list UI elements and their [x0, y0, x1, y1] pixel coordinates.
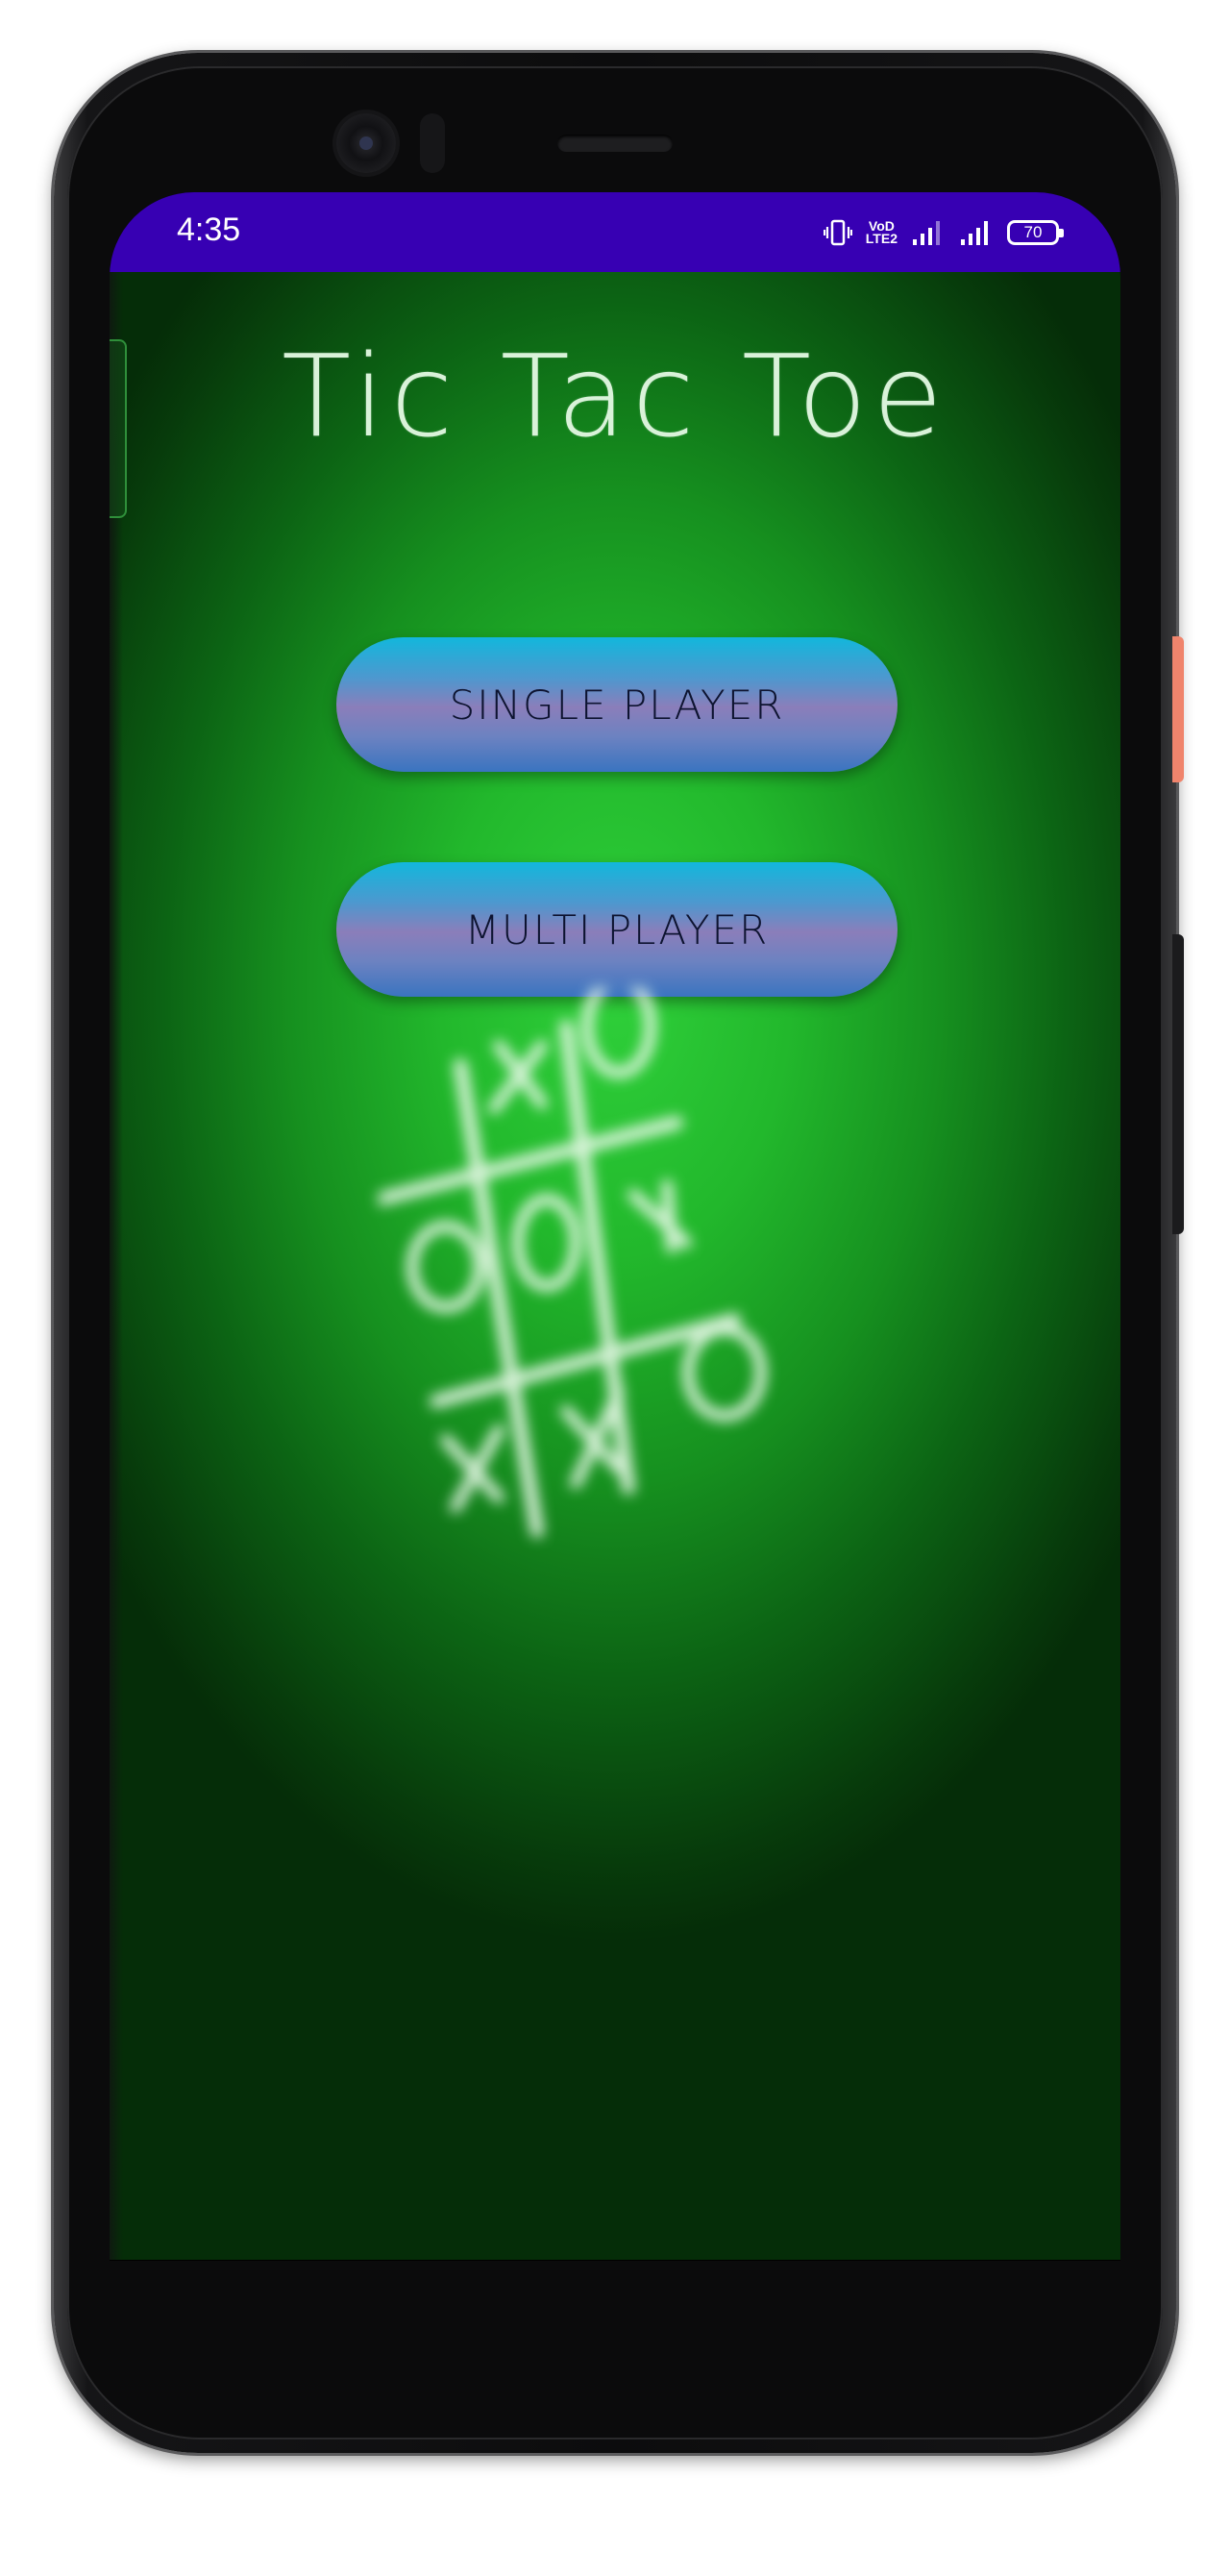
status-bar: 4:35 VoD LTE2 70 — [110, 192, 1120, 272]
board-mark-x — [440, 1424, 504, 1513]
board-mark-o — [682, 1324, 767, 1422]
screen-edge-shadow — [110, 272, 123, 2260]
game-home-screen: Tic Tac Toe SINGLE PLAYER MULTI PLAYER — [110, 272, 1120, 2260]
battery-icon: 70 — [1007, 220, 1064, 245]
status-icons: VoD LTE2 70 — [823, 213, 1064, 252]
vibrate-icon — [823, 219, 852, 246]
board-mark-x — [560, 1386, 625, 1489]
signal-icon — [913, 221, 940, 245]
single-player-button[interactable]: SINGLE PLAYER — [336, 637, 898, 772]
navigation-bar — [110, 2260, 1120, 2261]
app-title: Tic Tac Toe — [282, 330, 948, 462]
front-camera — [336, 113, 396, 173]
multi-player-button[interactable]: MULTI PLAYER — [336, 862, 898, 997]
tic-tac-toe-board-illustration — [379, 988, 767, 1538]
board-mark-x — [488, 1040, 548, 1114]
phone-screen: 4:35 VoD LTE2 70 Tic Tac Toe SINGLE PLAY… — [110, 192, 1120, 2261]
volte-icon: VoD LTE2 — [865, 219, 898, 246]
volume-button — [1172, 934, 1184, 1234]
single-player-label: SINGLE PLAYER — [449, 681, 785, 729]
board-mark-o — [581, 988, 656, 1078]
earpiece-speaker — [557, 135, 673, 152]
battery-level: 70 — [1023, 223, 1043, 241]
board-grid-line — [379, 1116, 683, 1206]
lte-label: LTE2 — [865, 231, 898, 246]
board-mark-o — [406, 1221, 485, 1313]
board-mark-o — [512, 1194, 581, 1292]
board-mark-x — [627, 1179, 692, 1253]
multi-player-label: MULTI PLAYER — [464, 905, 770, 954]
proximity-sensor — [420, 113, 445, 173]
signal-icon — [961, 221, 988, 245]
status-time: 4:35 — [177, 211, 241, 248]
power-button — [1172, 636, 1184, 782]
